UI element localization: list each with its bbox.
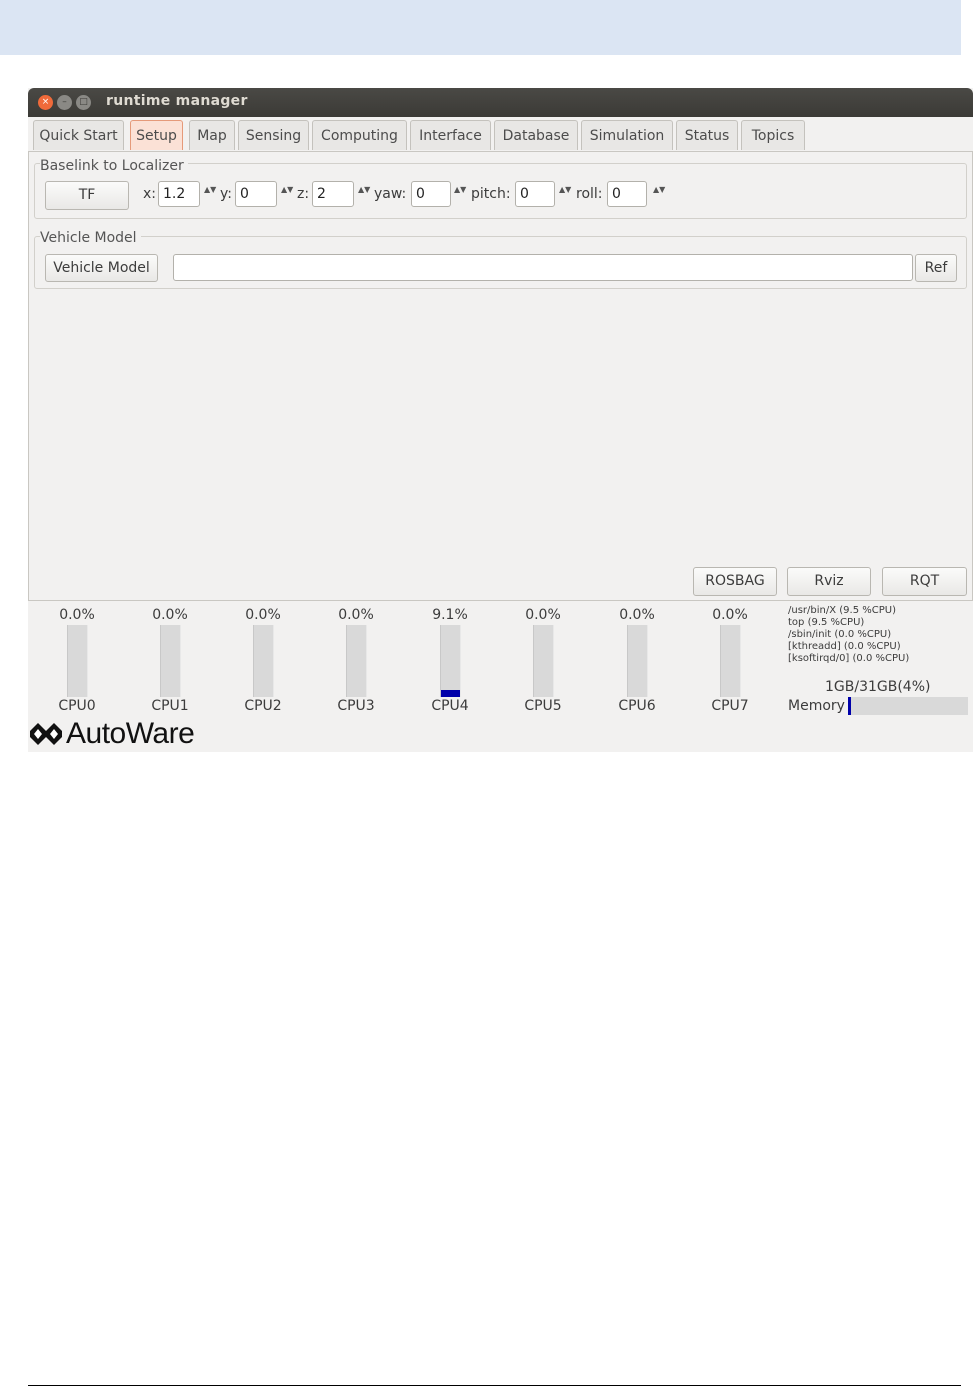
cpu7-label: CPU7	[711, 698, 749, 714]
cpu3-percent: 0.0%	[338, 607, 374, 623]
x-label: x:	[143, 186, 157, 202]
tab-simulation[interactable]: Simulation	[581, 120, 673, 150]
process-line: /sbin/init (0.0 %CPU)	[788, 629, 892, 640]
maximize-icon[interactable]: □	[76, 95, 91, 110]
rviz-button[interactable]: Rviz	[787, 567, 871, 596]
cpu1-label: CPU1	[151, 698, 189, 714]
cpu2-label: CPU2	[244, 698, 282, 714]
tf-button[interactable]: TF	[45, 181, 129, 210]
tab-interface[interactable]: Interface	[410, 120, 491, 150]
cpu2-bar	[253, 625, 274, 697]
y-label: y:	[220, 186, 232, 202]
cpu6-percent: 0.0%	[619, 607, 655, 623]
rqt-button[interactable]: RQT	[882, 567, 967, 596]
cpu5-bar	[533, 625, 554, 697]
yaw-spin-arrows-icon[interactable]: ▲▼	[454, 185, 466, 205]
cpu6-bar	[627, 625, 648, 697]
vehicle-model-path-input[interactable]	[173, 254, 913, 281]
rosbag-button[interactable]: ROSBAG	[693, 567, 777, 596]
baselink-group-label: Baselink to Localizer	[40, 158, 188, 174]
pitch-label: pitch:	[471, 186, 511, 202]
yaw-input[interactable]: 0	[411, 181, 451, 207]
tab-map[interactable]: Map	[189, 120, 235, 150]
tab-setup[interactable]: Setup	[130, 120, 183, 150]
cpu7-percent: 0.0%	[712, 607, 748, 623]
pitch-spin-arrows-icon[interactable]: ▲▼	[559, 185, 571, 205]
autoware-logo-text: AutoWare	[66, 717, 195, 750]
vehicle-model-group-label: Vehicle Model	[40, 230, 141, 246]
cpu3-bar	[346, 625, 367, 697]
tab-database[interactable]: Database	[494, 120, 578, 150]
cpu4-bar-fill	[441, 690, 460, 697]
z-label: z:	[297, 186, 310, 202]
minimize-icon[interactable]: –	[57, 95, 72, 110]
cpu4-percent: 9.1%	[432, 607, 468, 623]
roll-label: roll:	[576, 186, 603, 202]
runtime-manager-window: × – □ runtime manager Quick Start Setup …	[28, 88, 973, 752]
y-spin-arrows-icon[interactable]: ▲▼	[281, 185, 293, 205]
window-title: runtime manager	[106, 93, 248, 109]
cpu1-percent: 0.0%	[152, 607, 188, 623]
autoware-logo: AutoWare	[28, 717, 238, 752]
memory-bar-fill	[848, 697, 852, 715]
z-spin-arrows-icon[interactable]: ▲▼	[358, 185, 370, 205]
roll-input[interactable]: 0	[607, 181, 647, 207]
setup-panel: Baselink to Localizer TF x: 1.2 ▲▼ y: 0 …	[28, 151, 973, 601]
autoware-logo-icon	[30, 723, 62, 745]
cpu0-label: CPU0	[58, 698, 96, 714]
z-input[interactable]: 2	[312, 181, 354, 207]
cpu6-label: CPU6	[618, 698, 656, 714]
roll-spin-arrows-icon[interactable]: ▲▼	[653, 185, 665, 205]
title-bar[interactable]: × – □ runtime manager	[28, 88, 973, 117]
cpu1-bar	[160, 625, 181, 697]
pitch-input[interactable]: 0	[515, 181, 555, 207]
tab-status[interactable]: Status	[676, 120, 738, 150]
document-footer-rule	[28, 1385, 961, 1386]
top-process-list: /usr/bin/X (9.5 %CPU) top (9.5 %CPU) /sb…	[788, 605, 968, 665]
close-icon[interactable]: ×	[38, 95, 53, 110]
tab-sensing[interactable]: Sensing	[238, 120, 309, 150]
ref-button[interactable]: Ref	[915, 254, 957, 282]
tab-topics[interactable]: Topics	[741, 120, 805, 150]
cpu3-label: CPU3	[337, 698, 375, 714]
x-spin-arrows-icon[interactable]: ▲▼	[204, 185, 216, 205]
process-line: [ksoftirqd/0] (0.0 %CPU)	[788, 653, 910, 664]
cpu0-bar	[67, 625, 88, 697]
cpu4-bar	[440, 625, 461, 697]
x-input[interactable]: 1.2	[158, 181, 200, 207]
system-monitor: 0.0% CPU0 0.0% CPU1 0.0% CPU2 0.0% CPU3 …	[28, 601, 973, 752]
y-input[interactable]: 0	[235, 181, 277, 207]
vehicle-model-button[interactable]: Vehicle Model	[45, 254, 158, 282]
cpu0-percent: 0.0%	[59, 607, 95, 623]
tab-quick-start[interactable]: Quick Start	[33, 120, 124, 150]
cpu2-percent: 0.0%	[245, 607, 281, 623]
process-line: /usr/bin/X (9.5 %CPU)	[788, 605, 896, 616]
process-line: [kthreadd] (0.0 %CPU)	[788, 641, 901, 652]
cpu5-label: CPU5	[524, 698, 562, 714]
tab-computing[interactable]: Computing	[312, 120, 407, 150]
memory-label: Memory	[788, 698, 845, 714]
cpu4-label: CPU4	[431, 698, 469, 714]
memory-bar	[848, 697, 968, 715]
cpu7-bar	[720, 625, 741, 697]
process-line: top (9.5 %CPU)	[788, 617, 865, 628]
document-header-band	[0, 0, 961, 55]
memory-usage-text: 1GB/31GB(4%)	[825, 679, 931, 695]
cpu5-percent: 0.0%	[525, 607, 561, 623]
yaw-label: yaw:	[374, 186, 407, 202]
